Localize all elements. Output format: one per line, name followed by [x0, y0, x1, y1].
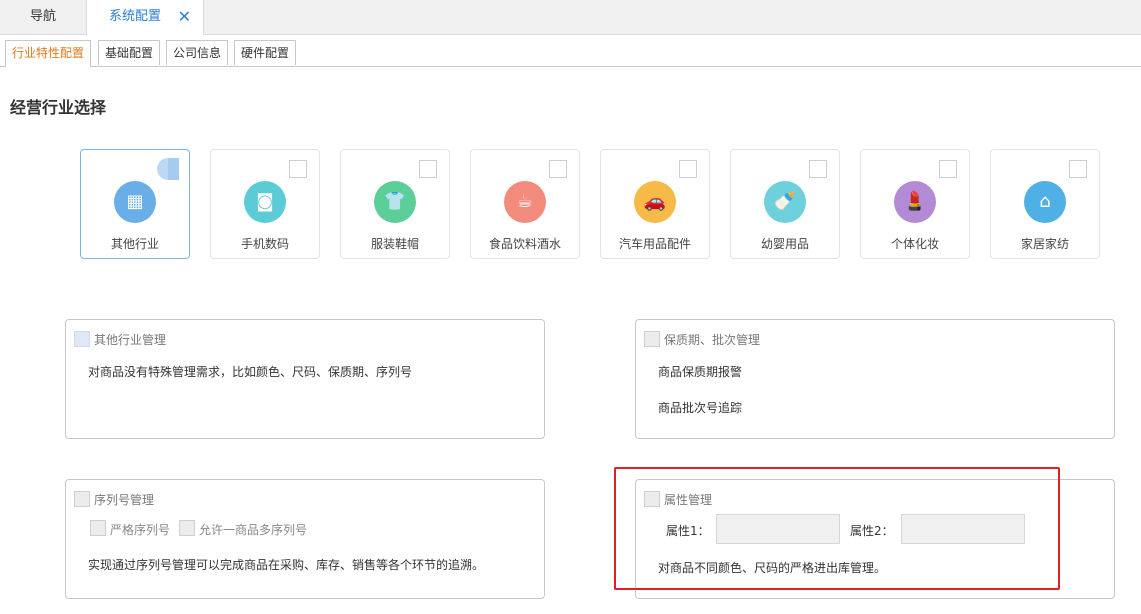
- industry-checkbox[interactable]: [289, 160, 307, 178]
- industry-checkbox[interactable]: [809, 160, 827, 178]
- car-icon: 🚗: [634, 181, 676, 223]
- top-tab-bar: 导航 系统配置 ✕: [0, 0, 1141, 35]
- industry-checkbox[interactable]: [549, 160, 567, 178]
- multi-serial-checkbox[interactable]: [179, 520, 195, 536]
- industry-name: 个体化妆: [890, 237, 939, 251]
- subtab-basic[interactable]: 基础配置: [98, 40, 161, 65]
- industry-checkbox[interactable]: [419, 160, 437, 178]
- tab-system-config[interactable]: 系统配置 ✕: [86, 0, 204, 35]
- serial-desc: 实现通过序列号管理可以完成商品在采购、库存、销售等各个环节的追溯。: [88, 558, 485, 572]
- panel-serial: 序列号管理 严格序列号 允许一商品多序列号 实现通过序列号管理可以完成商品在采购…: [65, 479, 545, 599]
- industry-card[interactable]: ◙ 手机数码: [210, 149, 320, 259]
- panel-title: 其他行业管理: [94, 333, 167, 347]
- home-icon: ⌂: [1024, 181, 1066, 223]
- attr2-input[interactable]: [901, 514, 1025, 544]
- industry-card[interactable]: 👕 服装鞋帽: [340, 149, 450, 259]
- shirt-icon: 👕: [374, 181, 416, 223]
- panel-attribute: 属性管理 属性1： 属性2： 对商品不同颜色、尺码的严格进出库管理。: [635, 479, 1115, 599]
- multi-serial-label: 允许一商品多序列号: [199, 523, 308, 537]
- bottle-icon: 🍼: [764, 181, 806, 223]
- industry-card[interactable]: 💄 个体化妆: [860, 149, 970, 259]
- industry-checkbox[interactable]: [939, 160, 957, 178]
- industry-name: 手机数码: [240, 237, 289, 251]
- strict-serial-label: 严格序列号: [110, 523, 171, 537]
- batch-tracking: 商品批次号追踪: [658, 401, 743, 415]
- subtab-company[interactable]: 公司信息: [166, 40, 229, 65]
- industry-name: 食品饮料酒水: [488, 237, 561, 251]
- industry-checkbox[interactable]: [157, 158, 179, 180]
- lipstick-icon: 💄: [894, 181, 936, 223]
- subtab-hardware[interactable]: 硬件配置: [234, 40, 297, 65]
- industry-name: 服装鞋帽: [370, 237, 419, 251]
- apps-icon: ▦: [114, 181, 156, 223]
- serial-checkbox[interactable]: [74, 491, 90, 507]
- industry-card[interactable]: ☕ 食品饮料酒水: [470, 149, 580, 259]
- industry-name: 家居家纺: [1020, 237, 1069, 251]
- industry-card[interactable]: 🍼 幼婴用品: [730, 149, 840, 259]
- shelf-life-alert: 商品保质期报警: [658, 365, 743, 379]
- strict-serial-checkbox[interactable]: [90, 520, 106, 536]
- attr-desc: 对商品不同颜色、尺码的严格进出库管理。: [658, 561, 887, 575]
- sub-tab-bar: 行业特性配置 基础配置 公司信息 硬件配置: [0, 40, 1141, 67]
- panel-title: 保质期、批次管理: [664, 333, 761, 347]
- industry-card[interactable]: ▦ 其他行业: [80, 149, 190, 259]
- industry-name: 其他行业: [110, 237, 159, 251]
- industry-card[interactable]: ⌂ 家居家纺: [990, 149, 1100, 259]
- tab-nav[interactable]: 导航: [0, 0, 86, 34]
- other-industry-checkbox[interactable]: [74, 331, 90, 347]
- industry-name: 幼婴用品: [760, 237, 809, 251]
- camera-icon: ◙: [244, 181, 286, 223]
- panel-desc: 对商品没有特殊管理需求，比如颜色、尺码、保质期、序列号: [88, 365, 413, 379]
- industry-card[interactable]: 🚗 汽车用品配件: [600, 149, 710, 259]
- panel-title: 序列号管理: [94, 493, 155, 507]
- panel-other-industry: 其他行业管理 对商品没有特殊管理需求，比如颜色、尺码、保质期、序列号: [65, 319, 545, 439]
- close-icon[interactable]: ✕: [178, 0, 191, 34]
- panel-title: 属性管理: [664, 493, 713, 507]
- tab-system-config-label: 系统配置: [109, 9, 162, 24]
- industry-name: 汽车用品配件: [618, 237, 691, 251]
- industry-checkbox[interactable]: [679, 160, 697, 178]
- mug-icon: ☕: [504, 181, 546, 223]
- section-title: 经营行业选择: [10, 98, 107, 117]
- attr1-label: 属性1：: [666, 524, 710, 538]
- subtab-industry[interactable]: 行业特性配置: [5, 40, 92, 67]
- shelf-life-checkbox[interactable]: [644, 331, 660, 347]
- industry-checkbox[interactable]: [1069, 160, 1087, 178]
- attribute-checkbox[interactable]: [644, 491, 660, 507]
- attr2-label: 属性2：: [850, 524, 894, 538]
- attr1-input[interactable]: [716, 514, 840, 544]
- panel-shelf-life: 保质期、批次管理 商品保质期报警 商品批次号追踪: [635, 319, 1115, 439]
